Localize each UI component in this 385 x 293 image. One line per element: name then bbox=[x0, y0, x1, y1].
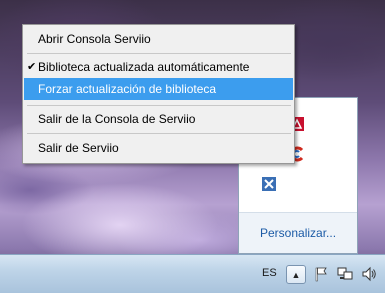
taskbar: ES ▲ bbox=[0, 254, 385, 293]
menu-item-label: Abrir Consola Serviio bbox=[38, 32, 151, 46]
show-hidden-icons-button[interactable]: ▲ bbox=[286, 265, 306, 284]
volume-icon[interactable] bbox=[360, 265, 378, 283]
action-center-flag-icon[interactable] bbox=[312, 265, 330, 283]
menu-separator bbox=[27, 133, 291, 134]
customize-link[interactable]: Personalizar... bbox=[260, 226, 336, 240]
menu-item-open-console[interactable]: Abrir Consola Serviio bbox=[24, 28, 293, 50]
serviio-tools-icon[interactable] bbox=[261, 176, 277, 192]
menu-item-label: Biblioteca actualizada automáticamente bbox=[38, 60, 250, 74]
checkmark-icon: ✔ bbox=[27, 61, 37, 73]
chevron-up-icon: ▲ bbox=[291, 269, 301, 280]
network-icon[interactable] bbox=[336, 265, 354, 283]
menu-item-auto-update-library[interactable]: ✔ Biblioteca actualizada automáticamente bbox=[24, 56, 293, 78]
menu-item-label: Salir de Serviio bbox=[38, 141, 119, 155]
serviio-context-menu: Abrir Consola Serviio ✔ Biblioteca actua… bbox=[22, 24, 295, 164]
menu-item-exit-serviio[interactable]: Salir de Serviio bbox=[24, 137, 293, 159]
menu-separator bbox=[27, 105, 291, 106]
menu-item-exit-console[interactable]: Salir de la Consola de Serviio bbox=[24, 108, 293, 130]
menu-item-force-library-update[interactable]: Forzar actualización de biblioteca bbox=[24, 78, 293, 100]
menu-item-label: Salir de la Consola de Serviio bbox=[38, 112, 196, 126]
menu-separator bbox=[27, 53, 291, 54]
language-indicator[interactable]: ES bbox=[262, 267, 277, 279]
menu-item-label: Forzar actualización de biblioteca bbox=[38, 82, 217, 96]
